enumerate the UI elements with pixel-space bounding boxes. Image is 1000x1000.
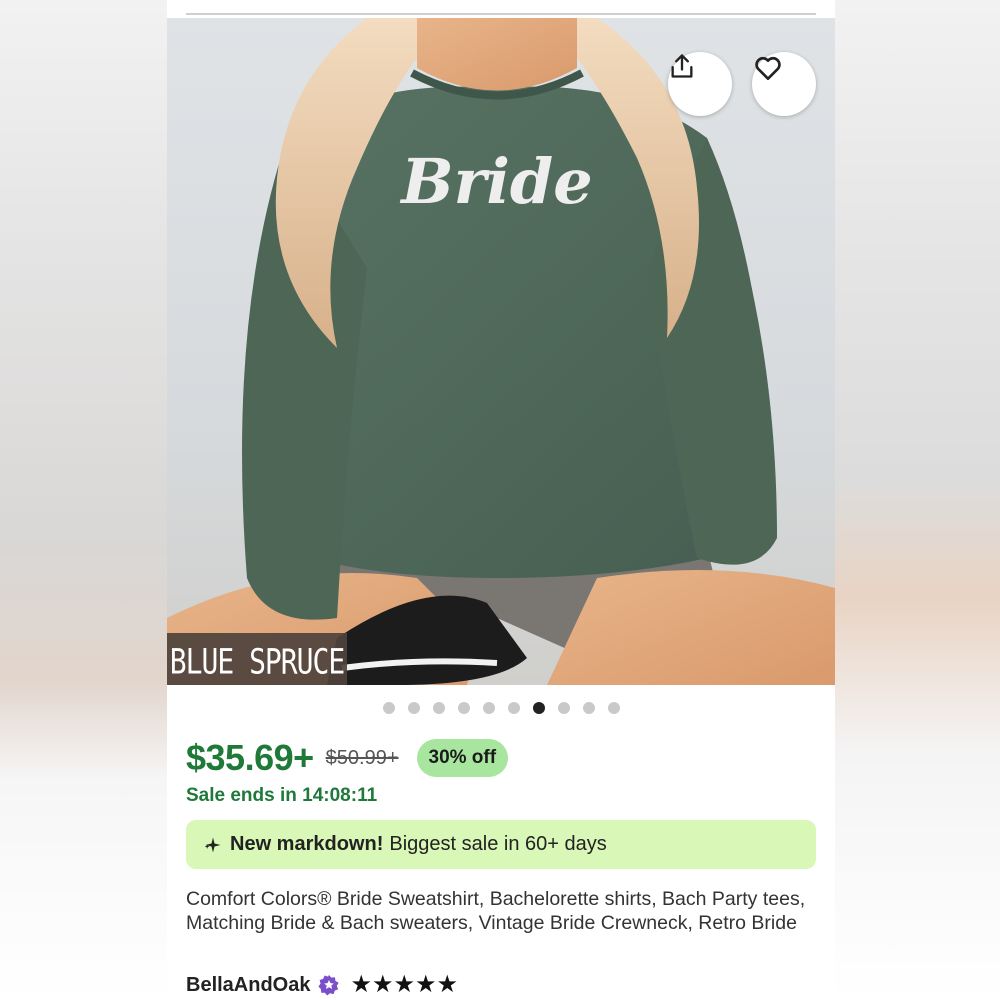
favorite-button[interactable] [752, 52, 816, 116]
markdown-headline: New markdown! [230, 833, 384, 855]
blurred-background-left [0, 0, 167, 1000]
markdown-text: Biggest sale in 60+ days [389, 833, 607, 855]
original-price: $50.99+ [325, 746, 399, 769]
carousel-dot[interactable] [532, 702, 545, 714]
color-variant-label: BLUE SPRUCE [167, 633, 347, 685]
sparkle-icon [204, 836, 222, 854]
share-icon [671, 54, 693, 78]
carousel-dot[interactable] [407, 702, 420, 714]
carousel-dot[interactable] [432, 702, 445, 714]
share-button[interactable] [668, 52, 732, 116]
heart-icon [755, 56, 781, 80]
carousel-dot[interactable] [607, 702, 620, 714]
product-photo-illustration: Bride [167, 18, 835, 685]
price-row: $35.69+ $50.99+ 30% off [186, 735, 509, 781]
carousel-dot[interactable] [582, 702, 595, 714]
carousel-dot[interactable] [507, 702, 520, 714]
product-image[interactable]: Bride BLUE SPRUCE [167, 18, 835, 685]
carousel-dot[interactable] [482, 702, 495, 714]
bride-print: Bride [399, 145, 592, 218]
carousel-dot[interactable] [557, 702, 570, 714]
header-divider [186, 13, 816, 15]
markdown-banner: New markdown! Biggest sale in 60+ days [186, 820, 816, 869]
star-seller-badge-icon [318, 974, 340, 996]
listing-title: Comfort Colors® Bride Sweatshirt, Bachel… [186, 888, 806, 934]
carousel-dot[interactable] [457, 702, 470, 714]
blurred-background-right [835, 0, 1000, 1000]
carousel-dot[interactable] [382, 702, 395, 714]
current-price: $35.69+ [186, 737, 314, 778]
color-variant-text: BLUE SPRUCE [169, 640, 345, 683]
listing-screen: Bride BLUE SPRUCE $35.69+ $50.99+ 30% of… [167, 0, 835, 1000]
rating-stars: ★★★★★ [350, 971, 459, 998]
discount-badge: 30% off [416, 739, 509, 777]
image-carousel-indicator[interactable] [167, 702, 835, 714]
shop-name-link[interactable]: BellaAndOak [186, 974, 310, 997]
sale-countdown: Sale ends in 14:08:11 [186, 785, 378, 806]
shop-row[interactable]: BellaAndOak ★★★★★ [186, 972, 458, 998]
